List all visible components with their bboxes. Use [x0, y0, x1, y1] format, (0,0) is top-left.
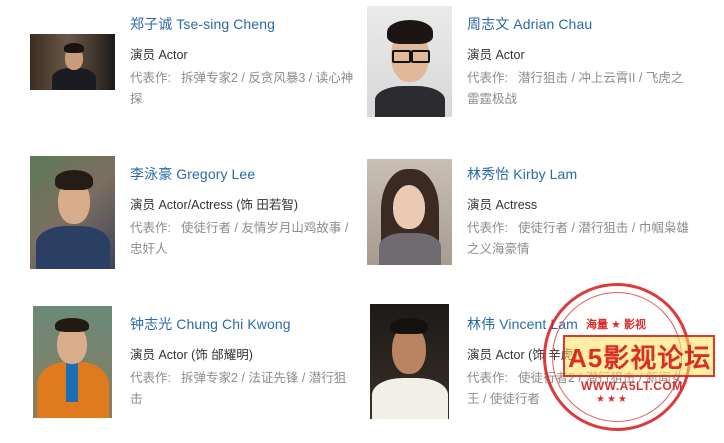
actor-role: 演员 Actor	[467, 48, 525, 62]
works-line: 拆弹专家2 / 反贪风暴3 / 读心神	[180, 71, 354, 85]
actor-photo[interactable]	[370, 304, 449, 419]
works-label: 代表作:	[467, 221, 508, 235]
works-line: 潜行狙击 / 冲上云霄II / 飞虎之	[517, 71, 684, 85]
cast-card[interactable]: 郑子诚 Tse-sing Cheng 演员 Actor 代表作: 拆弹专家2 / …	[0, 0, 353, 140]
works-label: 代表作:	[467, 71, 508, 85]
works-line: 雷霆极战	[467, 92, 518, 106]
actor-works: 代表作: 使徒行者 / 潜行狙击 / 巾帼枭雄 之义海豪情	[467, 218, 707, 260]
actor-photo[interactable]	[367, 6, 452, 117]
actor-name-link[interactable]: 林秀怡 Kirby Lam	[467, 164, 577, 184]
cast-card[interactable]: 周志文 Adrian Chau 演员 Actor 代表作: 潜行狙击 / 冲上云霄…	[360, 0, 700, 140]
actor-name-link[interactable]: 郑子诚 Tse-sing Cheng	[130, 14, 275, 34]
actor-photo[interactable]	[33, 306, 112, 418]
actor-works: 代表作: 潜行狙击 / 冲上云霄II / 飞虎之 雷霆极战	[467, 68, 707, 110]
actor-works: 代表作: 拆弹专家2 / 法证先锋 / 潜行狙 击	[130, 368, 370, 410]
actor-works: 代表作: 使徒行者 / 友情岁月山鸡故事 / 忠奸人	[130, 218, 370, 260]
works-line: 使徒行者 / 友情岁月山鸡故事 /	[180, 221, 349, 235]
cast-card[interactable]: 钟志光 Chung Chi Kwong 演员 Actor (饰 邰耀明) 代表作…	[0, 300, 346, 440]
works-line: 忠奸人	[130, 242, 168, 256]
actor-role: 演员 Actor	[130, 48, 188, 62]
works-line: 之义海豪情	[467, 242, 530, 256]
works-line: 击	[130, 392, 143, 406]
watermark-top-text: 海量 ★ 影视	[586, 319, 646, 331]
actor-name-link[interactable]: 李泳豪 Gregory Lee	[130, 164, 255, 184]
works-label: 代表作:	[130, 371, 171, 385]
watermark-title: A5影视论坛	[568, 343, 712, 373]
cast-card[interactable]: 林秀怡 Kirby Lam 演员 Actress 代表作: 使徒行者 / 潜行狙击…	[360, 150, 700, 290]
works-label: 代表作:	[130, 71, 171, 85]
actor-role: 演员 Actor (饰 邰耀明)	[130, 348, 253, 362]
works-line: 探	[130, 92, 143, 106]
works-label: 代表作:	[130, 221, 171, 235]
works-line: 拆弹专家2 / 法证先锋 / 潜行狙	[180, 371, 347, 385]
actor-role: 演员 Actress	[467, 198, 538, 212]
actor-photo[interactable]	[30, 156, 115, 269]
actor-name-link[interactable]: 钟志光 Chung Chi Kwong	[130, 314, 291, 334]
actor-role: 演员 Actor/Actress (饰 田若智)	[130, 198, 299, 212]
actor-name-link[interactable]: 周志文 Adrian Chau	[467, 14, 592, 34]
watermark-stars: ★★★	[596, 394, 629, 405]
cast-card[interactable]: 李泳豪 Gregory Lee 演员 Actor/Actress (饰 田若智)…	[0, 150, 348, 290]
works-line: 使徒行者 / 潜行狙击 / 巾帼枭雄	[517, 221, 689, 235]
watermark-url: WWW.A5LT.COM	[581, 379, 683, 393]
actor-photo[interactable]	[30, 34, 115, 90]
actor-photo[interactable]	[367, 159, 452, 265]
works-label: 代表作:	[467, 371, 508, 385]
works-line: 王 / 使徒行者	[467, 392, 540, 406]
actor-works: 代表作: 拆弹专家2 / 反贪风暴3 / 读心神 探	[130, 68, 370, 110]
